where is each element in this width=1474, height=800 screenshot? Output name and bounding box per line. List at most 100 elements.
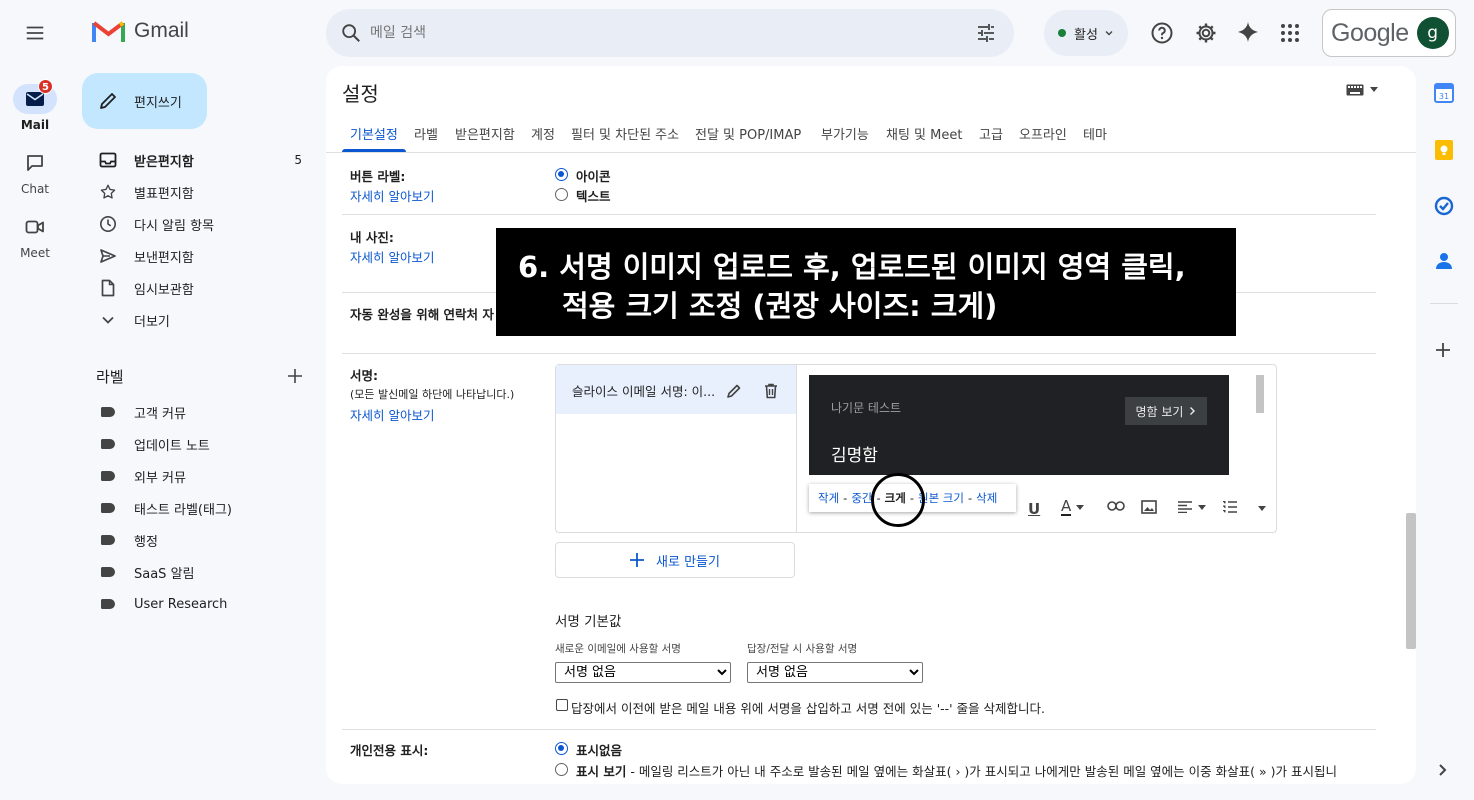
main-menu-button[interactable] — [24, 22, 46, 44]
insert-image-button[interactable] — [1141, 500, 1157, 514]
compose-label: 편지쓰기 — [134, 95, 182, 111]
apps-grid-icon[interactable] — [1280, 23, 1300, 43]
label-item[interactable]: 태스트 라벨(태그) — [82, 492, 322, 524]
tab-general[interactable]: 기본설정 — [350, 124, 398, 143]
reply-signature-select[interactable]: 서명 없음 — [747, 662, 923, 683]
personal-level-show-label: 표시 보기 — [576, 764, 627, 779]
mail-badge: 5 — [38, 79, 53, 94]
tab-chat-meet[interactable]: 채팅 및 Meet — [886, 124, 962, 143]
new-mail-signature-label: 새로운 이메일에 사용할 서명 — [555, 643, 681, 655]
search-bar[interactable] — [326, 9, 1014, 57]
tab-addons[interactable]: 부가기능 — [821, 124, 869, 143]
insert-before-quote-checkbox[interactable] — [556, 699, 568, 711]
size-medium-option[interactable]: 중간 — [851, 490, 872, 506]
text-color-button[interactable]: A — [1061, 499, 1085, 516]
tab-themes[interactable]: 테마 — [1083, 124, 1107, 143]
sidebar-item-inbox[interactable]: 받은편지함 5 — [82, 144, 322, 176]
sidebar-item-more[interactable]: 더보기 — [82, 304, 322, 336]
label-item[interactable]: 업데이트 노트 — [82, 428, 322, 460]
help-icon[interactable] — [1150, 21, 1174, 45]
side-panel-add[interactable] — [1435, 342, 1451, 358]
sidebar-item-sent[interactable]: 보낸편지함 — [82, 240, 322, 272]
my-photo-learn-more[interactable]: 자세히 알아보기 — [350, 247, 434, 266]
tab-accounts[interactable]: 계정 — [531, 124, 555, 143]
side-panel-calendar[interactable]: 31 — [1434, 83, 1454, 103]
compose-button[interactable]: 편지쓰기 — [82, 73, 207, 129]
sidebar-item-starred[interactable]: 별표편지함 — [82, 176, 322, 208]
underline-button[interactable]: U — [1028, 500, 1040, 518]
button-labels-learn-more[interactable]: 자세히 알아보기 — [350, 186, 434, 205]
chevron-right-icon — [1439, 764, 1447, 776]
personal-level-show-radio[interactable] — [555, 763, 568, 776]
personal-level-show-row: 표시 보기 - 메일링 리스트가 아닌 내 주소로 발송된 메일 옆에는 화살표… — [576, 761, 1366, 780]
edit-pencil-icon[interactable] — [726, 383, 742, 399]
account-button[interactable]: Google g — [1322, 9, 1456, 57]
side-panel-tasks[interactable] — [1434, 196, 1454, 216]
editor-scrollbar[interactable] — [1256, 375, 1264, 413]
remove-image-option[interactable]: 삭제 — [976, 490, 997, 506]
new-mail-signature-select[interactable]: 서명 없음 — [555, 662, 731, 683]
chevron-down-icon — [102, 316, 114, 324]
separator: - — [843, 491, 848, 505]
link-icon — [1107, 501, 1125, 511]
tab-labels[interactable]: 라벨 — [414, 124, 438, 143]
keyboard-icon — [1346, 84, 1364, 96]
label-item[interactable]: User Research — [82, 588, 322, 620]
button-labels-icon-radio[interactable] — [555, 168, 568, 181]
add-label-icon[interactable] — [287, 368, 303, 384]
svg-text:31: 31 — [1439, 92, 1449, 101]
personal-level-none-radio[interactable] — [555, 742, 568, 755]
more-formatting-button[interactable] — [1258, 506, 1266, 511]
rail-chat[interactable]: Chat — [0, 148, 70, 196]
numbered-list-button[interactable] — [1222, 500, 1238, 514]
search-input[interactable] — [370, 21, 930, 45]
sidebar-item-snoozed[interactable]: 다시 알림 항목 — [82, 208, 322, 240]
sidebar-item-label: 다시 알림 항목 — [134, 218, 215, 234]
align-button[interactable] — [1177, 501, 1206, 513]
new-signature-label: 새로 만들기 — [656, 554, 720, 570]
signature-learn-more[interactable]: 자세히 알아보기 — [350, 405, 434, 424]
size-small-option[interactable]: 작게 — [818, 490, 839, 506]
tab-filters[interactable]: 필터 및 차단된 주소 — [571, 124, 679, 143]
pencil-icon — [100, 93, 116, 109]
signature-description: (모든 발신메일 하단에 나타납니다.) — [350, 388, 515, 401]
tab-inbox[interactable]: 받은편지함 — [455, 124, 515, 143]
preview-name: 김명함 — [831, 446, 878, 466]
instruction-line-1: 6. 서명 이미지 업로드 후, 업로드된 이미지 영역 클릭, — [518, 250, 1186, 284]
tab-forwarding[interactable]: 전달 및 POP/IMAP — [695, 124, 801, 143]
search-icon[interactable] — [340, 22, 362, 44]
rail-meet[interactable]: Meet — [0, 212, 70, 260]
side-panel-keep[interactable] — [1435, 140, 1453, 160]
signature-preview-card[interactable]: 나기문 테스트 명함 보기 김명함 — [809, 375, 1229, 475]
instruction-overlay: 6. 서명 이미지 업로드 후, 업로드된 이미지 영역 클릭, 적용 크기 조… — [496, 228, 1236, 336]
settings-scrollbar[interactable] — [1406, 513, 1416, 649]
label-item[interactable]: 행정 — [82, 524, 322, 556]
button-labels-text-radio[interactable] — [555, 188, 568, 201]
label-name: 외부 커뮤 — [134, 470, 186, 486]
rail-mail[interactable]: 5 Mail — [0, 79, 70, 132]
status-selector[interactable]: 활성 — [1044, 10, 1128, 56]
autocomplete-title: 자동 완성을 위해 연락처 자 — [350, 307, 494, 322]
sidebar-item-drafts[interactable]: 임시보관함 — [82, 272, 322, 304]
label-item[interactable]: 외부 커뮤 — [82, 460, 322, 492]
input-tools-button[interactable] — [1346, 84, 1378, 96]
tab-offline[interactable]: 오프라인 — [1019, 124, 1067, 143]
tab-advanced[interactable]: 고급 — [979, 124, 1003, 143]
view-card-button[interactable]: 명함 보기 — [1125, 397, 1207, 425]
search-options-icon[interactable] — [976, 23, 996, 43]
side-panel-contacts[interactable] — [1435, 252, 1453, 270]
signature-list-item[interactable]: 슬라이스 이메일 서명: 이... — [556, 365, 796, 414]
gear-icon[interactable] — [1194, 21, 1218, 45]
gmail-logo[interactable]: Gmail — [92, 18, 189, 44]
button-labels-title: 버튼 라벨: — [350, 169, 406, 184]
gemini-sparkle-icon[interactable] — [1237, 21, 1259, 43]
new-signature-button[interactable]: 새로 만들기 — [555, 542, 795, 578]
side-panel-toggle[interactable] — [1438, 763, 1448, 777]
label-icon — [101, 407, 115, 417]
insert-link-button[interactable] — [1107, 501, 1125, 511]
trash-icon[interactable] — [764, 383, 778, 399]
label-item[interactable]: SaaS 알림 — [82, 556, 322, 588]
label-item[interactable]: 고객 커뮤 — [82, 396, 322, 428]
settings-panel: 설정 기본설정 라벨 받은편지함 계정 필터 및 차단된 주소 전달 및 POP… — [326, 66, 1416, 784]
chevron-down-icon — [1370, 87, 1378, 92]
